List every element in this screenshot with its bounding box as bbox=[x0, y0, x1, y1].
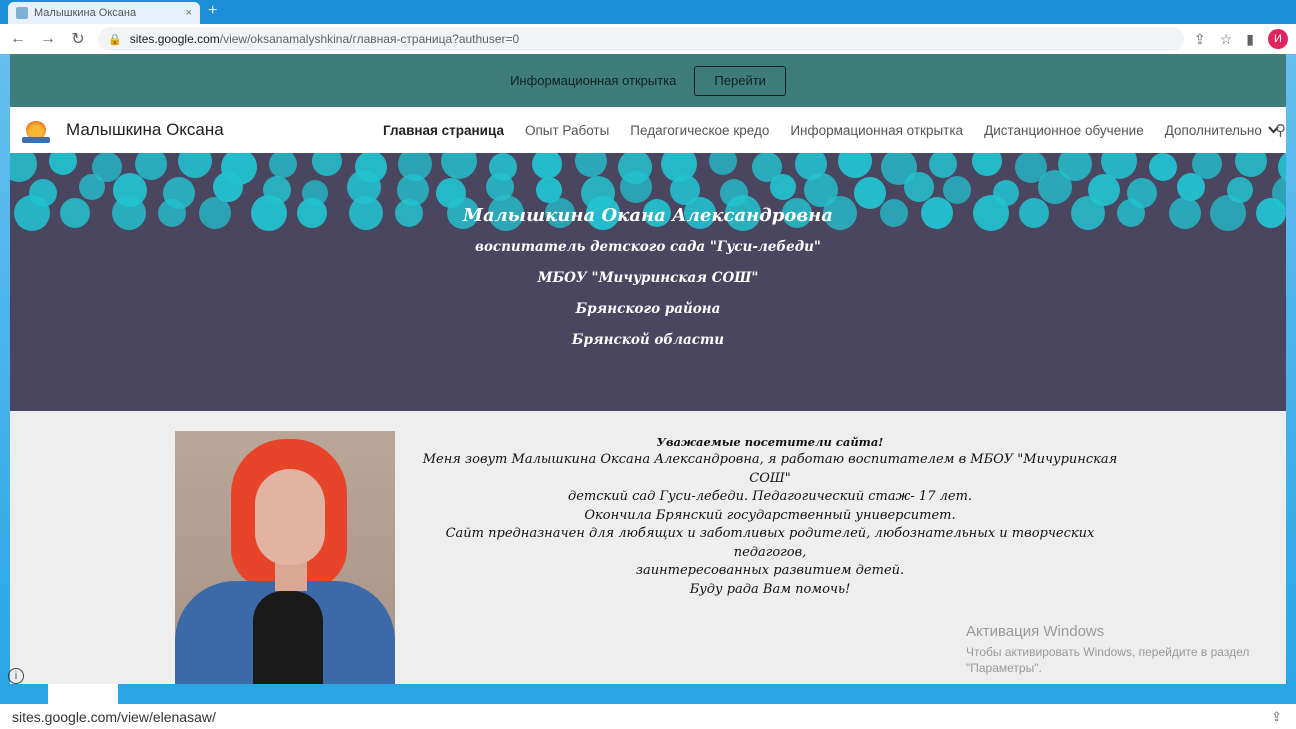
watermark-line: "Параметры". bbox=[966, 661, 1042, 675]
window-frame-left bbox=[0, 54, 10, 684]
second-window-tab[interactable] bbox=[48, 684, 118, 704]
about-text: Уважаемые посетители сайта! Меня зовут М… bbox=[410, 435, 1130, 599]
nav-distance-learning[interactable]: Дистанционное обучение bbox=[984, 123, 1144, 138]
bead-decoration bbox=[904, 172, 934, 202]
address-bar[interactable]: 🔒 sites.google.com/view/oksanamalyshkina… bbox=[98, 27, 1184, 51]
announcement-banner: Информационная открытка Перейти bbox=[10, 54, 1286, 107]
info-icon[interactable]: i bbox=[8, 668, 24, 684]
hero-section: Малышкина Окана Александровна воспитател… bbox=[10, 153, 1286, 411]
site-nav: Главная страница Опыт Работы Педагогичес… bbox=[383, 107, 1279, 153]
bead-decoration bbox=[532, 153, 562, 179]
site-header: Малышкина Оксана Главная страница Опыт Р… bbox=[10, 107, 1286, 153]
bead-decoration bbox=[79, 174, 105, 200]
sidebar-icon[interactable]: ▮ bbox=[1246, 31, 1254, 48]
about-paragraph: Окончила Брянский государственный универ… bbox=[584, 507, 956, 523]
bead-decoration bbox=[1038, 170, 1072, 204]
hero-school: МБОУ "Мичуринская СОШ" bbox=[537, 270, 759, 286]
browser-tab[interactable]: Малышкина Оксана × bbox=[8, 2, 200, 24]
about-paragraph: Буду рада Вам помочь! bbox=[689, 581, 851, 597]
nav-more-label: Дополнительно bbox=[1164, 122, 1262, 138]
bead-decoration bbox=[49, 153, 77, 175]
status-bar: sites.google.com/view/elenasaw/ ⇪ bbox=[0, 704, 1296, 729]
tab-close-icon[interactable]: × bbox=[186, 7, 192, 19]
back-icon[interactable]: ← bbox=[8, 30, 28, 48]
about-paragraph: Меня зовут Малышкина Оксана Александровн… bbox=[422, 452, 1118, 486]
bead-decoration bbox=[838, 153, 872, 178]
about-paragraph: заинтересованных развитием детей. bbox=[635, 563, 905, 578]
window-frame-bottom bbox=[0, 684, 1296, 704]
nav-credo[interactable]: Педагогическое кредо bbox=[630, 123, 769, 138]
banner-go-button[interactable]: Перейти bbox=[694, 65, 786, 96]
search-icon[interactable]: ⚲ bbox=[1275, 121, 1286, 139]
watermark-title: Активация Windows bbox=[966, 623, 1105, 640]
bead-decoration bbox=[770, 174, 796, 200]
hero-district: Брянского района bbox=[575, 301, 721, 317]
portrait-photo bbox=[175, 431, 395, 687]
bead-decoration bbox=[441, 153, 477, 179]
about-paragraph: детский сад Гуси-лебеди. Педагогический … bbox=[567, 489, 973, 504]
window-frame-right bbox=[1286, 54, 1296, 684]
bead-decoration bbox=[1149, 153, 1177, 181]
hero-position: воспитатель детского сада "Гуси-лебеди" bbox=[475, 239, 821, 255]
bead-decoration bbox=[620, 171, 652, 203]
bead-decoration bbox=[135, 153, 167, 180]
bead-decoration bbox=[1235, 153, 1267, 177]
url-host: sites.google.com bbox=[129, 32, 220, 46]
site-logo[interactable] bbox=[20, 114, 52, 146]
bead-decoration bbox=[1177, 173, 1205, 201]
hero-region: Брянской области bbox=[571, 332, 725, 348]
star-icon[interactable]: ☆ bbox=[1220, 31, 1233, 48]
nav-experience[interactable]: Опыт Работы bbox=[525, 123, 609, 138]
forward-icon[interactable]: → bbox=[38, 30, 58, 48]
nav-info-card[interactable]: Информационная открытка bbox=[790, 123, 963, 138]
site-title[interactable]: Малышкина Оксана bbox=[66, 120, 224, 140]
bead-decoration bbox=[972, 153, 1002, 176]
tab-strip: Малышкина Оксана × + bbox=[0, 0, 1296, 24]
bead-decoration bbox=[709, 153, 737, 175]
site-page: Информационная открытка Перейти Малышкин… bbox=[10, 54, 1286, 687]
bead-decoration bbox=[10, 153, 37, 182]
lock-icon[interactable]: 🔒 bbox=[108, 33, 122, 46]
nav-more[interactable]: Дополнительно bbox=[1165, 123, 1279, 138]
browser-toolbar: ← → ↻ 🔒 sites.google.com/view/oksanamaly… bbox=[0, 24, 1296, 54]
watermark-line: Чтобы активировать Windows, перейдите в … bbox=[966, 645, 1250, 659]
new-tab-icon[interactable]: + bbox=[208, 2, 217, 20]
share-icon[interactable]: ⇪ bbox=[1271, 709, 1282, 725]
status-url: sites.google.com/view/elenasaw/ bbox=[12, 708, 216, 725]
bead-decoration bbox=[575, 153, 607, 177]
bead-decoration bbox=[312, 153, 342, 176]
bead-decoration bbox=[269, 153, 297, 178]
reload-icon[interactable]: ↻ bbox=[68, 29, 88, 49]
about-paragraph: Сайт предназначен для любящих и заботлив… bbox=[445, 526, 1095, 560]
nav-home[interactable]: Главная страница bbox=[383, 123, 504, 138]
profile-avatar[interactable]: И bbox=[1268, 29, 1288, 49]
share-icon[interactable]: ⇪ bbox=[1194, 31, 1206, 48]
about-section: Уважаемые посетители сайта! Меня зовут М… bbox=[10, 411, 1286, 687]
bead-decoration bbox=[943, 176, 971, 204]
windows-activation-watermark: Активация Windows Чтобы активировать Win… bbox=[966, 623, 1249, 676]
tab-title: Малышкина Оксана bbox=[34, 7, 137, 19]
bead-decoration bbox=[178, 153, 212, 178]
site-favicon-icon bbox=[16, 7, 28, 19]
banner-text: Информационная открытка bbox=[510, 73, 677, 88]
bead-decoration bbox=[929, 153, 957, 178]
hero-name: Малышкина Окана Александровна bbox=[463, 205, 833, 226]
about-greeting: Уважаемые посетители сайта! bbox=[656, 435, 884, 449]
url-path: /view/oksanamalyshkina/главная-страница?… bbox=[219, 32, 520, 46]
